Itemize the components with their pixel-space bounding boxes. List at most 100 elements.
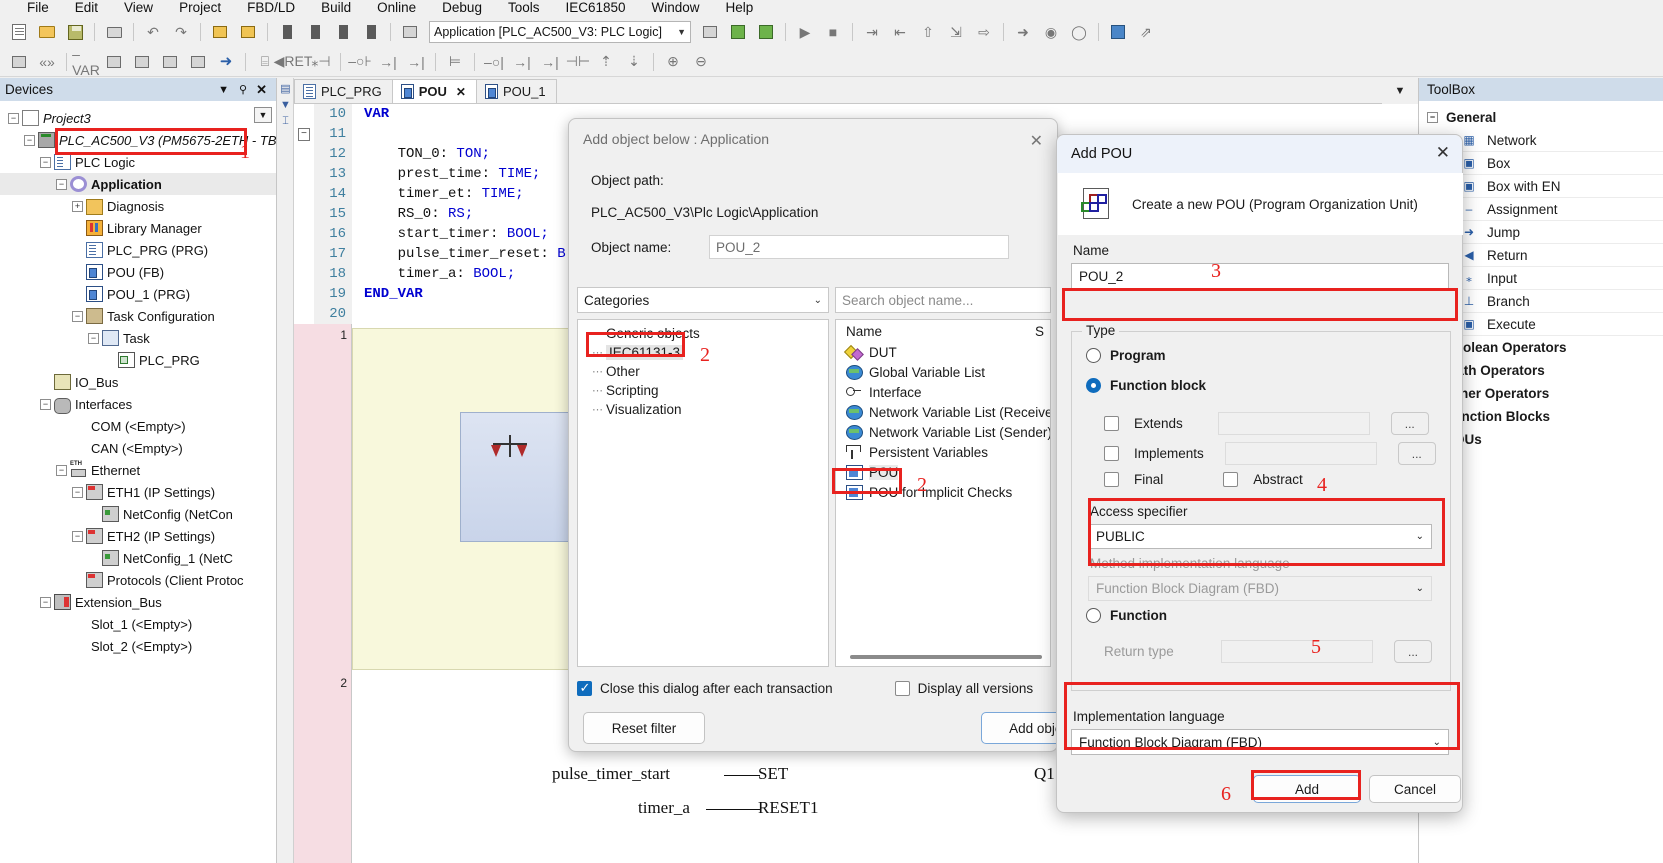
- tree-item-task-configuration[interactable]: − Task Configuration: [0, 305, 276, 327]
- tree-item-task[interactable]: − Task: [0, 327, 276, 349]
- pou-name-input[interactable]: POU_2: [1071, 263, 1449, 289]
- tree-item-io-bus[interactable]: IO_Bus: [0, 371, 276, 393]
- tree-item-application[interactable]: − Application: [0, 173, 276, 195]
- menu-item-debug[interactable]: Debug: [429, 0, 495, 17]
- insert-box-with-en-2-icon[interactable]: [185, 50, 211, 74]
- new-project-icon[interactable]: [6, 20, 32, 44]
- set-output-icon[interactable]: →|: [509, 50, 535, 74]
- menu-item-window[interactable]: Window: [639, 0, 713, 17]
- chevron-down-icon[interactable]: ▼: [213, 84, 234, 96]
- collapse-icon[interactable]: −: [1427, 112, 1438, 123]
- extends-browse-button[interactable]: ...: [1390, 412, 1429, 435]
- tree-item-slot-2-empty[interactable]: Slot_2 (<Empty>): [0, 635, 276, 657]
- return-type-browse-button[interactable]: ...: [1394, 640, 1432, 663]
- object-item-network-variable-list-receiver[interactable]: Network Variable List (Receiver): [836, 402, 1050, 422]
- save-icon[interactable]: [62, 20, 88, 44]
- tree-expander[interactable]: −: [88, 332, 99, 344]
- radio-function-block[interactable]: [1086, 378, 1101, 393]
- reset-filter-button[interactable]: Reset filter: [583, 712, 705, 744]
- insert-return-icon[interactable]: ◀RET: [274, 50, 313, 74]
- tree-expander[interactable]: −: [24, 134, 35, 146]
- tree-expander[interactable]: −: [72, 530, 83, 542]
- radio-function[interactable]: [1086, 608, 1101, 623]
- menu-item-fbdld[interactable]: FBD/LD: [234, 0, 308, 17]
- breakpoint-on-icon[interactable]: ◉: [1038, 20, 1064, 44]
- print-icon[interactable]: [101, 20, 127, 44]
- object-item-persistent-variables[interactable]: Persistent Variables: [836, 442, 1050, 462]
- search-object-input[interactable]: Search object name...: [835, 287, 1051, 313]
- insert-jump-icon[interactable]: ➜: [213, 50, 239, 74]
- display-all-versions-checkbox[interactable]: [894, 680, 910, 696]
- tree-item-plc-logic[interactable]: − PLC Logic: [0, 151, 276, 173]
- next-bookmark-icon[interactable]: [330, 20, 356, 44]
- breakpoint-off-icon[interactable]: ◯: [1066, 20, 1092, 44]
- stop-icon[interactable]: ■: [820, 20, 846, 44]
- open-project-icon[interactable]: [34, 20, 60, 44]
- object-name-field[interactable]: POU_2: [709, 235, 1009, 259]
- radio-program-row[interactable]: Program: [1086, 348, 1166, 363]
- insert-assignment-icon[interactable]: –VAR: [72, 46, 100, 78]
- insert-box-with-en-icon[interactable]: [157, 50, 183, 74]
- replace-icon[interactable]: [235, 20, 261, 44]
- clear-bookmark-icon[interactable]: [358, 20, 384, 44]
- tree-item-project3[interactable]: − Project3: [0, 107, 276, 129]
- menu-item-build[interactable]: Build: [308, 0, 364, 17]
- insert-box-icon[interactable]: [101, 50, 127, 74]
- menu-item-tools[interactable]: Tools: [495, 0, 553, 17]
- close-icon[interactable]: ✕: [252, 82, 271, 98]
- category-list[interactable]: ⋯ Generic objects ⋯ IEC61131-3 ⋯ Other ⋯ Script…: [577, 319, 829, 667]
- tree-expander[interactable]: +: [72, 200, 83, 212]
- tree-item-slot-1-empty[interactable]: Slot_1 (<Empty>): [0, 613, 276, 635]
- tree-expander[interactable]: −: [8, 112, 19, 124]
- tree-item-pou-fb[interactable]: POU (FB): [0, 261, 276, 283]
- tree-item-protocols-client-protoc[interactable]: Protocols (Client Protoc: [0, 569, 276, 591]
- tree-expander[interactable]: −: [40, 156, 51, 168]
- method-implementation-language-select[interactable]: Function Block Diagram (FBD) ⌄: [1088, 576, 1432, 601]
- tree-item-eth1-ip-settings[interactable]: − ETH1 (IP Settings): [0, 481, 276, 503]
- extends-checkbox[interactable]: [1104, 416, 1119, 431]
- editor-tab-overflow[interactable]: ▼: [1382, 78, 1418, 104]
- step-over-icon[interactable]: ⇥: [859, 20, 885, 44]
- radio-function-block-row[interactable]: Function block: [1086, 378, 1206, 393]
- tree-expander[interactable]: −: [56, 464, 67, 476]
- insert-coil-icon[interactable]: →|: [375, 50, 401, 74]
- previous-bookmark-icon[interactable]: [302, 20, 328, 44]
- tab-close-icon[interactable]: ✕: [456, 85, 466, 99]
- write-values-icon[interactable]: ⇗: [1133, 20, 1159, 44]
- tree-expander[interactable]: −: [40, 596, 51, 608]
- tree-expander[interactable]: −: [56, 178, 67, 190]
- tree-item-library-manager[interactable]: Library Manager: [0, 217, 276, 239]
- object-item-interface[interactable]: Interface: [836, 382, 1050, 402]
- insert-branch-icon[interactable]: ⊨: [442, 50, 468, 74]
- reset-output-icon[interactable]: →|: [537, 50, 563, 74]
- object-item-pou[interactable]: POU: [836, 462, 1050, 482]
- insert-coil-parallel-icon[interactable]: →|: [403, 50, 429, 74]
- start-icon[interactable]: ▶: [792, 20, 818, 44]
- undo-icon[interactable]: ↶: [140, 20, 166, 44]
- menu-item-view[interactable]: View: [111, 0, 166, 17]
- find-icon[interactable]: [207, 20, 233, 44]
- tree-item-can-empty[interactable]: CAN (<Empty>): [0, 437, 276, 459]
- insert-network-icon[interactable]: [6, 50, 32, 74]
- run-to-cursor-icon[interactable]: ⇲: [943, 20, 969, 44]
- move-up-icon[interactable]: ⇡: [593, 50, 619, 74]
- tab-pou[interactable]: POU ✕: [391, 79, 477, 103]
- object-type-list[interactable]: Name S DUT Global Variable List Interface N…: [835, 319, 1051, 667]
- tab-pou-1[interactable]: POU_1: [475, 79, 557, 103]
- object-item-dut[interactable]: DUT: [836, 342, 1050, 362]
- category-item-visualization[interactable]: ⋯ Visualization: [578, 400, 828, 419]
- radio-function-row[interactable]: Function: [1086, 608, 1167, 623]
- insert-input-icon[interactable]: ⁎⊣: [308, 50, 334, 74]
- set-next-statement-icon[interactable]: ⇨: [971, 20, 997, 44]
- toggle-breakpoint-icon[interactable]: ➜: [1010, 20, 1036, 44]
- tree-item-plc-prg-prg[interactable]: PLC_PRG (PRG): [0, 239, 276, 261]
- menu-item-edit[interactable]: Edit: [62, 0, 111, 17]
- implementation-language-select[interactable]: Function Block Diagram (FBD) ⌄: [1071, 729, 1449, 755]
- insert-contact-icon[interactable]: –○⊦: [347, 50, 373, 74]
- insert-comment-icon[interactable]: «»: [34, 50, 60, 74]
- tree-item-netconfig-1-netc[interactable]: NetConfig_1 (NetC: [0, 547, 276, 569]
- close-after-transaction-checkbox[interactable]: [577, 680, 592, 696]
- close-icon[interactable]: ✕: [1030, 131, 1043, 151]
- tree-item-plc-ac500-v3-pm5675-2eth-tb[interactable]: − PLC_AC500_V3 (PM5675-2ETH - TB: [0, 129, 276, 151]
- gutter-chevron-icon[interactable]: ▼: [279, 99, 292, 111]
